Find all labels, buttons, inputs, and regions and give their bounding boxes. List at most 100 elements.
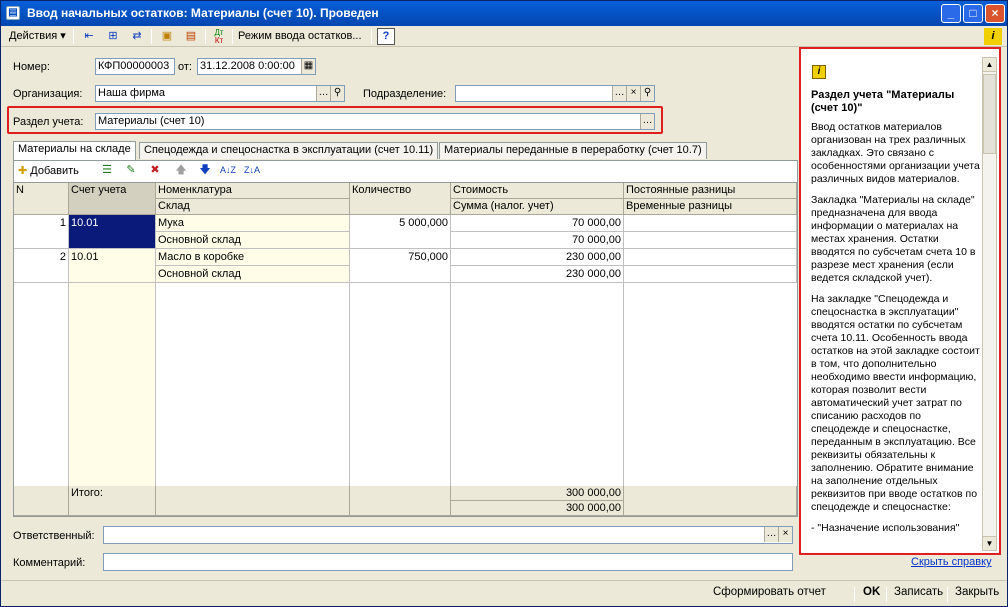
move-up-icon[interactable]: 🡅 [172, 162, 190, 179]
bottom-button-bar: Сформировать отчет OK Записать Закрыть [1, 580, 1007, 606]
org-search-icon[interactable]: ⚲ [330, 86, 344, 101]
col-header-n[interactable]: N [14, 183, 69, 215]
minimize-button[interactable]: _ [941, 4, 961, 23]
responsible-label: Ответственный: [13, 530, 95, 542]
title-bar[interactable]: ▤ Ввод начальных остатков: Материалы (сч… [1, 1, 1007, 26]
copy-row-icon[interactable]: ☰ [98, 162, 116, 179]
org-field[interactable]: Наша фирма … ⚲ [95, 85, 345, 102]
row1-nomenclature[interactable]: Мука [156, 215, 350, 232]
col-header-warehouse[interactable]: Склад [156, 199, 350, 215]
comment-label: Комментарий: [13, 557, 86, 569]
row2-cost[interactable]: 230 000,00 [451, 249, 624, 266]
save-button[interactable]: Записать [894, 586, 943, 598]
refresh-icon[interactable]: ⇄ [128, 28, 146, 45]
info-icon: i [812, 65, 826, 79]
unpost-icon[interactable]: ▤ [182, 28, 200, 45]
section-select-button[interactable]: … [640, 114, 654, 129]
actions-menu[interactable]: Действия ▾ [9, 28, 66, 45]
row2-quantity[interactable]: 750,000 [350, 249, 451, 283]
footer-nomenclature [156, 486, 350, 516]
close-button[interactable]: × [985, 4, 1005, 23]
row1-temp-diff[interactable] [624, 232, 797, 249]
move-down-icon[interactable]: 🡇 [196, 162, 214, 179]
col-header-cost[interactable]: Стоимость [451, 183, 624, 199]
structure-icon[interactable]: ⊞ [104, 28, 122, 45]
comment-field[interactable] [103, 553, 793, 571]
generate-report-button[interactable]: Сформировать отчет [713, 586, 826, 598]
row1-warehouse[interactable]: Основной склад [156, 232, 350, 249]
scroll-down-icon[interactable]: ▼ [983, 536, 996, 550]
row2-warehouse[interactable]: Основной склад [156, 266, 350, 283]
responsible-select-button[interactable]: … [764, 527, 778, 542]
sort-desc-icon[interactable]: Z↓A [243, 162, 261, 179]
calendar-icon[interactable]: ▦ [301, 59, 315, 74]
dt-kt-icon[interactable]: Дт Кт [210, 28, 228, 45]
document-window: ▤ Ввод начальных остатков: Материалы (сч… [0, 0, 1008, 607]
section-label: Раздел учета: [13, 116, 84, 128]
maximize-button[interactable]: □ [963, 4, 983, 23]
toolbar: Действия ▾ ⇤ ⊞ ⇄ ▣ ▤ Дт Кт Режим ввода ос… [1, 26, 1007, 47]
edit-row-icon[interactable]: ✎ [122, 162, 140, 179]
col-header-nomenclature[interactable]: Номенклатура [156, 183, 350, 199]
row2-tax-sum[interactable]: 230 000,00 [451, 266, 624, 283]
col-header-quantity[interactable]: Количество [350, 183, 451, 215]
responsible-field[interactable]: … × [103, 526, 793, 544]
col-header-account[interactable]: Счет учета [69, 183, 156, 215]
help-scrollbar[interactable]: ▲ ▼ [982, 57, 997, 551]
col-header-perm-diff[interactable]: Постоянные разницы [624, 183, 797, 199]
info-icon[interactable]: i [984, 28, 1002, 45]
document-icon: ▤ [6, 6, 20, 20]
row2-perm-diff[interactable] [624, 249, 797, 266]
responsible-clear-icon[interactable]: × [778, 527, 792, 542]
add-row-button[interactable]: ✚ Добавить [18, 163, 79, 180]
row1-account-selected[interactable]: 10.01 [69, 215, 156, 249]
row2-account[interactable]: 10.01 [69, 249, 156, 283]
tab-workwear[interactable]: Спецодежда и спецоснастка в эксплуатации… [139, 142, 439, 159]
close-form-button[interactable]: Закрыть [955, 586, 999, 598]
back-arrow-icon[interactable]: ⇤ [80, 28, 98, 45]
footer-cost-total: 300 000,00 [451, 486, 624, 501]
division-select-button[interactable]: … [612, 86, 626, 101]
date-field[interactable]: 31.12.2008 0:00:00 ▦ [197, 58, 316, 75]
row1-perm-diff[interactable] [624, 215, 797, 232]
row1-tax-sum[interactable]: 70 000,00 [451, 232, 624, 249]
materials-table[interactable]: N Счет учета Номенклатура Склад Количест… [13, 182, 798, 517]
scroll-thumb[interactable] [983, 74, 996, 154]
division-field[interactable]: … × ⚲ [455, 85, 655, 102]
division-clear-icon[interactable]: × [626, 86, 640, 101]
row2-temp-diff[interactable] [624, 266, 797, 283]
org-label: Организация: [13, 88, 83, 100]
number-label: Номер: [13, 61, 50, 73]
col-header-tax-sum[interactable]: Сумма (налог. учет) [451, 199, 624, 215]
footer-n [14, 486, 69, 516]
footer-tax-total: 300 000,00 [451, 501, 624, 516]
division-label: Подразделение: [363, 88, 447, 100]
tab-materials-warehouse[interactable]: Материалы на складе [13, 141, 136, 160]
add-icon: ✚ [18, 165, 28, 177]
help-title: Раздел учета "Материалы (счет 10)" [811, 89, 955, 114]
help-paragraph-1: Ввод остатков материалов организован на … [811, 121, 980, 185]
grid-toolbar: ✚ Добавить ☰ ✎ ✖ 🡅 🡇 A↓Z Z↓A [13, 160, 798, 182]
post-icon[interactable]: ▣ [158, 28, 176, 45]
row2-n[interactable]: 2 [14, 249, 69, 283]
section-field[interactable]: Материалы (счет 10) … [95, 113, 655, 130]
number-field[interactable]: КФП00000003 [95, 58, 175, 75]
date-label: от: [178, 61, 192, 73]
row1-quantity[interactable]: 5 000,000 [350, 215, 451, 249]
tab-processing[interactable]: Материалы переданные в переработку (счет… [439, 142, 707, 159]
row1-n[interactable]: 1 [14, 215, 69, 249]
sort-asc-icon[interactable]: A↓Z [219, 162, 237, 179]
division-search-icon[interactable]: ⚲ [640, 86, 654, 101]
help-content: Раздел учета "Материалы (счет 10)" Ввод … [811, 85, 981, 543]
scroll-up-icon[interactable]: ▲ [983, 58, 996, 72]
hide-help-link[interactable]: Скрыть справку [911, 556, 992, 568]
delete-row-icon[interactable]: ✖ [146, 162, 164, 179]
org-select-button[interactable]: … [316, 86, 330, 101]
col-header-temp-diff[interactable]: Временные разницы [624, 199, 797, 215]
row1-cost[interactable]: 70 000,00 [451, 215, 624, 232]
help-button[interactable]: ? [377, 28, 395, 45]
input-mode-button[interactable]: Режим ввода остатков... [238, 28, 362, 45]
row2-nomenclature[interactable]: Масло в коробке [156, 249, 350, 266]
help-paragraph-2: Закладка "Материалы на складе" предназна… [811, 194, 976, 284]
ok-button[interactable]: OK [863, 586, 880, 598]
